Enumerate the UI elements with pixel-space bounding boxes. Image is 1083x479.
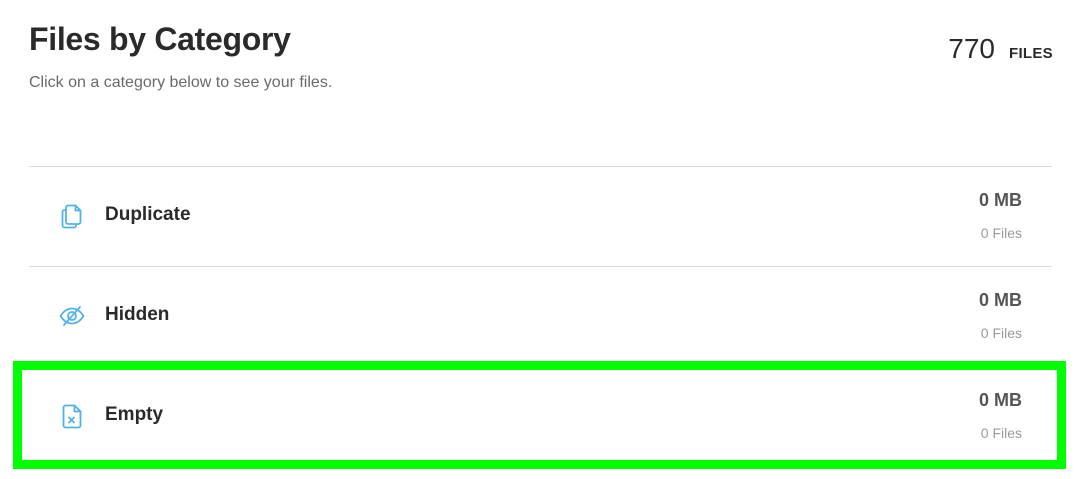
empty-file-icon (58, 402, 86, 430)
files-by-category-card: Files by Category Click on a category be… (0, 0, 1083, 479)
hidden-eye-icon (58, 302, 86, 330)
total-files-unit: FILES (1008, 45, 1053, 62)
total-files: 770 FILES (948, 33, 1053, 65)
category-label: Duplicate (105, 204, 191, 225)
category-size: 0 MB (978, 390, 1022, 410)
category-label: Hidden (105, 304, 170, 325)
category-file-count: 0 Files (980, 425, 1022, 441)
category-size: 0 MB (978, 290, 1022, 310)
page-title: Files by Category (29, 21, 291, 57)
category-list: Duplicate 0 MB 0 Files Hidden 0 MB 0 Fil… (13, 166, 1066, 469)
category-row-empty[interactable]: Empty 0 MB 0 Files (13, 361, 1066, 469)
category-file-count: 0 Files (980, 225, 1022, 241)
page-subtitle: Click on a category below to see your fi… (29, 74, 333, 91)
duplicate-icon (58, 202, 86, 230)
category-file-count: 0 Files (980, 325, 1022, 341)
category-row-hidden[interactable]: Hidden 0 MB 0 Files (29, 267, 1052, 367)
category-label: Empty (105, 404, 164, 425)
category-size: 0 MB (978, 190, 1022, 210)
total-files-count: 770 (948, 33, 995, 64)
category-row-duplicate[interactable]: Duplicate 0 MB 0 Files (29, 167, 1052, 267)
